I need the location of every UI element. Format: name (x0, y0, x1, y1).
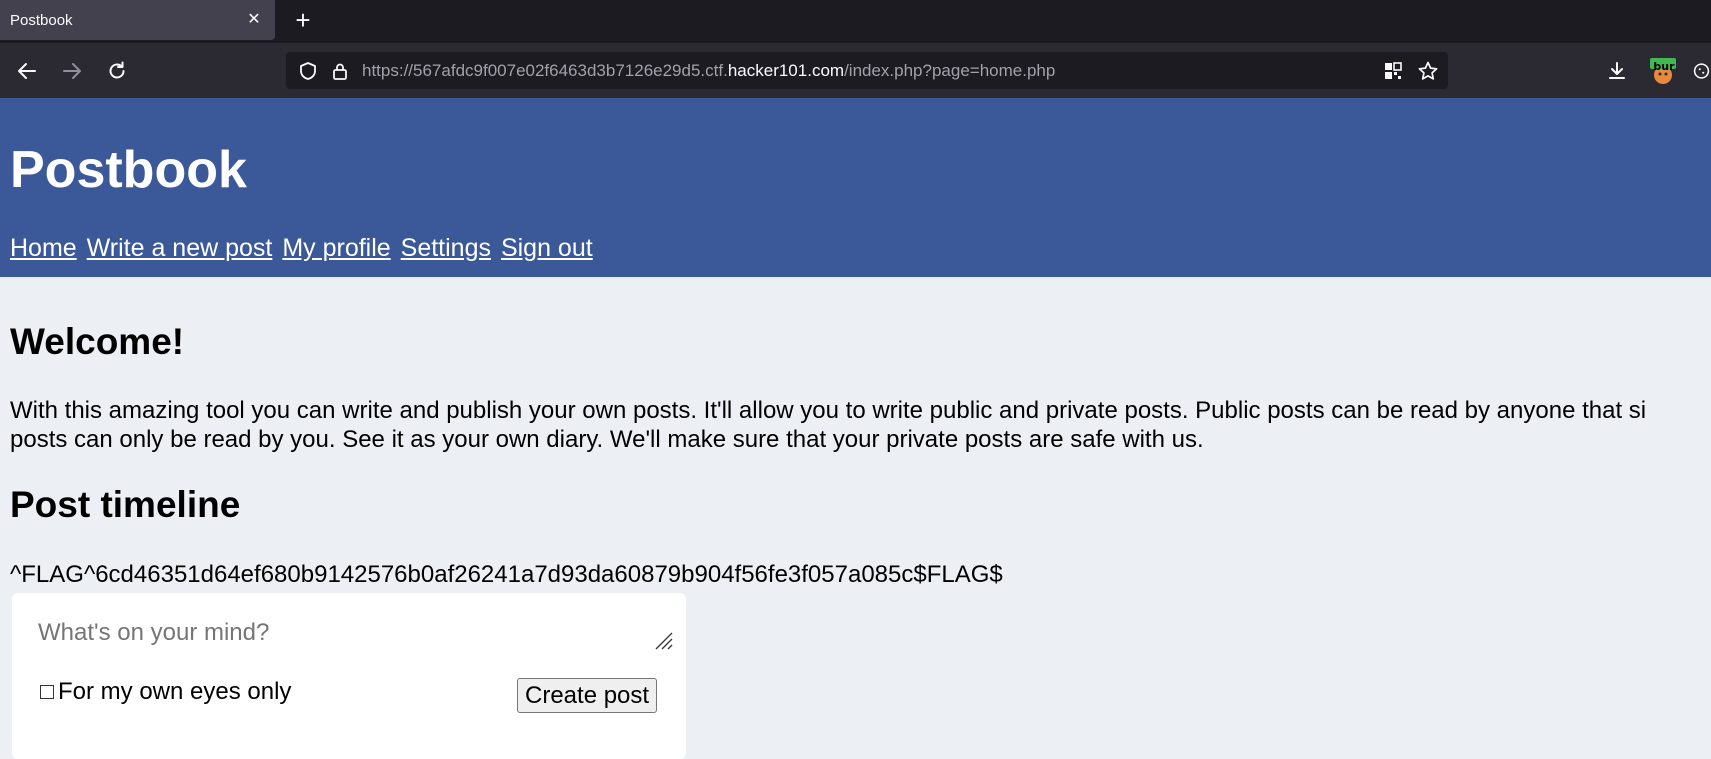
download-icon[interactable] (1602, 56, 1632, 86)
lock-icon[interactable] (329, 60, 351, 82)
extensions-puzzle-icon[interactable] (1692, 56, 1711, 86)
intro-line-1: With this amazing tool you can write and… (10, 397, 1647, 424)
new-post-form: For my own eyes only Create post (12, 593, 686, 759)
burp-extension-icon[interactable]: bur (1648, 56, 1678, 86)
forward-arrow-icon[interactable] (57, 56, 87, 86)
browser-toolbar: https://567afdc9f007e02f6463d3b7126e29d5… (0, 43, 1711, 99)
private-option[interactable]: For my own eyes only (40, 678, 291, 706)
url-text[interactable]: https://567afdc9f007e02f6463d3b7126e29d5… (362, 61, 1055, 81)
site-header: Postbook Home Write a new post My profil… (0, 98, 1711, 277)
nav-settings-link[interactable]: Settings (401, 234, 491, 262)
nav-sign-out-link[interactable]: Sign out (501, 234, 593, 262)
shield-icon[interactable] (297, 60, 319, 82)
timeline-heading: Post timeline (10, 484, 241, 525)
back-arrow-icon[interactable] (12, 56, 42, 86)
tab-title: Postbook (10, 11, 73, 29)
intro-paragraph: With this amazing tool you can write and… (10, 396, 1700, 454)
private-checkbox[interactable] (40, 685, 54, 699)
flag-text: ^FLAG^6cd46351d64ef680b9142576b0af26241a… (10, 561, 1003, 588)
reload-icon[interactable] (102, 56, 132, 86)
post-textarea[interactable] (38, 619, 674, 655)
new-tab-plus-icon[interactable]: + (289, 6, 317, 34)
close-icon[interactable]: ✕ (243, 9, 265, 31)
qr-code-icon[interactable] (1382, 60, 1404, 82)
bookmark-star-icon[interactable] (1417, 60, 1439, 82)
welcome-heading: Welcome! (10, 321, 185, 362)
browser-tab-strip: Postbook ✕ + (0, 0, 1711, 43)
nav-my-profile-link[interactable]: My profile (282, 234, 390, 262)
nav-write-post-link[interactable]: Write a new post (87, 234, 273, 262)
intro-line-2: posts can only be read by you. See it as… (10, 426, 1204, 453)
create-post-button[interactable]: Create post (517, 678, 658, 713)
resize-grip-icon[interactable] (652, 629, 674, 651)
private-label: For my own eyes only (58, 678, 292, 705)
nav-home-link[interactable]: Home (10, 234, 77, 262)
site-title: Postbook (10, 141, 247, 199)
extension-badge: bur (1653, 60, 1675, 73)
site-nav: Home Write a new post My profile Setting… (10, 234, 596, 263)
browser-tab[interactable]: Postbook ✕ (0, 0, 275, 40)
address-bar[interactable]: https://567afdc9f007e02f6463d3b7126e29d5… (286, 52, 1448, 89)
